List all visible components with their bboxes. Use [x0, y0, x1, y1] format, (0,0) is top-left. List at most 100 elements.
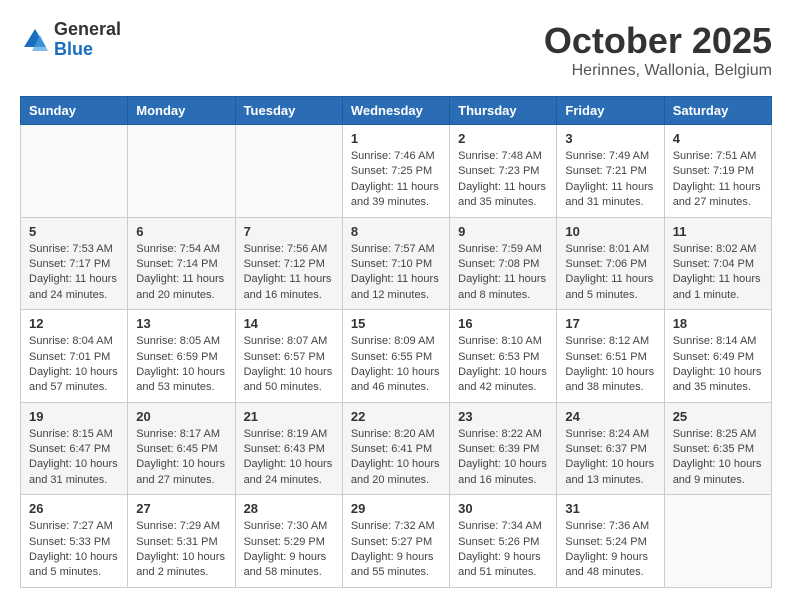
calendar-day-cell: 5Sunrise: 7:53 AM Sunset: 7:17 PM Daylig… — [21, 217, 128, 310]
day-number: 18 — [673, 316, 763, 331]
page-header: General Blue October 2025 Herinnes, Wall… — [20, 20, 772, 80]
day-number: 23 — [458, 409, 548, 424]
day-info: Sunrise: 7:34 AM Sunset: 5:26 PM Dayligh… — [458, 520, 542, 578]
day-number: 31 — [565, 501, 655, 516]
calendar-week-row: 19Sunrise: 8:15 AM Sunset: 6:47 PM Dayli… — [21, 402, 772, 495]
calendar-day-cell: 16 Sunrise: 8:10 AM Sunset: 6:53 PM Dayli… — [450, 310, 557, 403]
day-number: 2 — [458, 131, 548, 146]
day-info: Sunrise: 7:36 AM Sunset: 5:24 PM Dayligh… — [565, 520, 649, 578]
day-info: Sunrise: 8:22 AM Sunset: 6:39 PM Dayligh… — [458, 428, 547, 486]
day-info: Sunrise: 7:32 AM Sunset: 5:27 PM Dayligh… — [351, 520, 435, 578]
day-info: Sunrise: 7:59 AM Sunset: 7:08 PM Dayligh… — [458, 243, 546, 301]
day-info: Sunrise: 8:04 AM Sunset: 7:01 PM Dayligh… — [29, 335, 118, 393]
day-info: Sunrise: 8:07 AM Sunset: 6:57 PM Dayligh… — [244, 335, 333, 393]
calendar-day-cell: 18 Sunrise: 8:14 AM Sunset: 6:49 PM Dayli… — [664, 310, 771, 403]
location-subtitle: Herinnes, Wallonia, Belgium — [544, 62, 772, 80]
day-number: 10 — [565, 224, 655, 239]
day-number: 13 — [136, 316, 226, 331]
calendar-day-cell: 17 Sunrise: 8:12 AM Sunset: 6:51 PM Dayli… — [557, 310, 664, 403]
day-info: Sunrise: 8:12 AM Sunset: 6:51 PM Dayligh… — [565, 335, 654, 393]
weekday-header: Tuesday — [235, 97, 342, 125]
logo-blue-text: Blue — [54, 40, 121, 60]
day-number: 3 — [565, 131, 655, 146]
calendar-table: SundayMondayTuesdayWednesdayThursdayFrid… — [20, 96, 772, 588]
day-number: 16 — [458, 316, 548, 331]
day-number: 4 — [673, 131, 763, 146]
day-info: Sunrise: 8:10 AM Sunset: 6:53 PM Dayligh… — [458, 335, 547, 393]
calendar-day-cell — [235, 125, 342, 218]
day-number: 14 — [244, 316, 334, 331]
calendar-day-cell: 28 Sunrise: 7:30 AM Sunset: 5:29 PM Dayli… — [235, 495, 342, 588]
month-title: October 2025 — [544, 20, 772, 62]
calendar-day-cell — [128, 125, 235, 218]
day-info: Sunrise: 7:30 AM Sunset: 5:29 PM Dayligh… — [244, 520, 328, 578]
day-number: 27 — [136, 501, 226, 516]
day-info: Sunrise: 7:29 AM Sunset: 5:31 PM Dayligh… — [136, 520, 225, 578]
day-info: Sunrise: 7:54 AM Sunset: 7:14 PM Dayligh… — [136, 243, 224, 301]
weekday-header: Thursday — [450, 97, 557, 125]
day-number: 26 — [29, 501, 119, 516]
calendar-day-cell: 10 Sunrise: 8:01 AM Sunset: 7:06 PM Dayli… — [557, 217, 664, 310]
calendar-week-row: 26 Sunrise: 7:27 AM Sunset: 5:33 PM Dayli… — [21, 495, 772, 588]
logo-general-text: General — [54, 20, 121, 40]
day-info: Sunrise: 7:56 AM Sunset: 7:12 PM Dayligh… — [244, 243, 332, 301]
calendar-day-cell — [21, 125, 128, 218]
logo-icon — [20, 25, 50, 55]
day-number: 7 — [244, 224, 334, 239]
day-info: Sunrise: 8:19 AM Sunset: 6:43 PM Dayligh… — [244, 428, 333, 486]
day-number: 30 — [458, 501, 548, 516]
day-number: 24 — [565, 409, 655, 424]
calendar-day-cell: 22Sunrise: 8:20 AM Sunset: 6:41 PM Dayli… — [342, 402, 449, 495]
day-number: 11 — [673, 224, 763, 239]
calendar-day-cell: 24 Sunrise: 8:24 AM Sunset: 6:37 PM Dayli… — [557, 402, 664, 495]
weekday-header: Wednesday — [342, 97, 449, 125]
day-number: 21 — [244, 409, 334, 424]
weekday-header: Sunday — [21, 97, 128, 125]
calendar-day-cell: 23 Sunrise: 8:22 AM Sunset: 6:39 PM Dayli… — [450, 402, 557, 495]
day-info: Sunrise: 8:09 AM Sunset: 6:55 PM Dayligh… — [351, 335, 440, 393]
calendar-day-cell: 21 Sunrise: 8:19 AM Sunset: 6:43 PM Dayli… — [235, 402, 342, 495]
calendar-day-cell: 8 Sunrise: 7:57 AM Sunset: 7:10 PM Daylig… — [342, 217, 449, 310]
logo: General Blue — [20, 20, 121, 60]
calendar-day-cell: 7 Sunrise: 7:56 AM Sunset: 7:12 PM Daylig… — [235, 217, 342, 310]
calendar-day-cell: 11 Sunrise: 8:02 AM Sunset: 7:04 PM Dayli… — [664, 217, 771, 310]
day-info: Sunrise: 7:46 AM Sunset: 7:25 PM Dayligh… — [351, 150, 439, 208]
day-info: Sunrise: 7:48 AM Sunset: 7:23 PM Dayligh… — [458, 150, 546, 208]
calendar-day-cell: 27 Sunrise: 7:29 AM Sunset: 5:31 PM Dayli… — [128, 495, 235, 588]
day-info: Sunrise: 8:15 AM Sunset: 6:47 PM Dayligh… — [29, 428, 118, 486]
day-number: 25 — [673, 409, 763, 424]
day-info: Sunrise: 8:17 AM Sunset: 6:45 PM Dayligh… — [136, 428, 225, 486]
day-number: 1 — [351, 131, 441, 146]
calendar-day-cell: 15 Sunrise: 8:09 AM Sunset: 6:55 PM Dayli… — [342, 310, 449, 403]
day-info: Sunrise: 8:25 AM Sunset: 6:35 PM Dayligh… — [673, 428, 762, 486]
day-info: Sunrise: 8:01 AM Sunset: 7:06 PM Dayligh… — [565, 243, 653, 301]
calendar-week-row: 12 Sunrise: 8:04 AM Sunset: 7:01 PM Dayli… — [21, 310, 772, 403]
day-number: 9 — [458, 224, 548, 239]
calendar-day-cell: 13 Sunrise: 8:05 AM Sunset: 6:59 PM Dayli… — [128, 310, 235, 403]
day-info: Sunrise: 7:57 AM Sunset: 7:10 PM Dayligh… — [351, 243, 439, 301]
weekday-header: Saturday — [664, 97, 771, 125]
weekday-header: Friday — [557, 97, 664, 125]
calendar-week-row: 5Sunrise: 7:53 AM Sunset: 7:17 PM Daylig… — [21, 217, 772, 310]
day-number: 17 — [565, 316, 655, 331]
day-info: Sunrise: 8:24 AM Sunset: 6:37 PM Dayligh… — [565, 428, 654, 486]
day-info: Sunrise: 8:14 AM Sunset: 6:49 PM Dayligh… — [673, 335, 762, 393]
calendar-day-cell: 29Sunrise: 7:32 AM Sunset: 5:27 PM Dayli… — [342, 495, 449, 588]
calendar-header-row: SundayMondayTuesdayWednesdayThursdayFrid… — [21, 97, 772, 125]
day-info: Sunrise: 7:27 AM Sunset: 5:33 PM Dayligh… — [29, 520, 118, 578]
day-number: 12 — [29, 316, 119, 331]
calendar-day-cell: 26 Sunrise: 7:27 AM Sunset: 5:33 PM Dayli… — [21, 495, 128, 588]
day-info: Sunrise: 8:05 AM Sunset: 6:59 PM Dayligh… — [136, 335, 225, 393]
weekday-header: Monday — [128, 97, 235, 125]
day-number: 15 — [351, 316, 441, 331]
calendar-day-cell: 30 Sunrise: 7:34 AM Sunset: 5:26 PM Dayli… — [450, 495, 557, 588]
calendar-day-cell: 14 Sunrise: 8:07 AM Sunset: 6:57 PM Dayli… — [235, 310, 342, 403]
day-info: Sunrise: 7:51 AM Sunset: 7:19 PM Dayligh… — [673, 150, 761, 208]
day-info: Sunrise: 8:02 AM Sunset: 7:04 PM Dayligh… — [673, 243, 761, 301]
calendar-day-cell: 4 Sunrise: 7:51 AM Sunset: 7:19 PM Daylig… — [664, 125, 771, 218]
calendar-day-cell: 25 Sunrise: 8:25 AM Sunset: 6:35 PM Dayli… — [664, 402, 771, 495]
day-number: 28 — [244, 501, 334, 516]
day-number: 8 — [351, 224, 441, 239]
calendar-day-cell: 20Sunrise: 8:17 AM Sunset: 6:45 PM Dayli… — [128, 402, 235, 495]
calendar-day-cell: 3Sunrise: 7:49 AM Sunset: 7:21 PM Daylig… — [557, 125, 664, 218]
